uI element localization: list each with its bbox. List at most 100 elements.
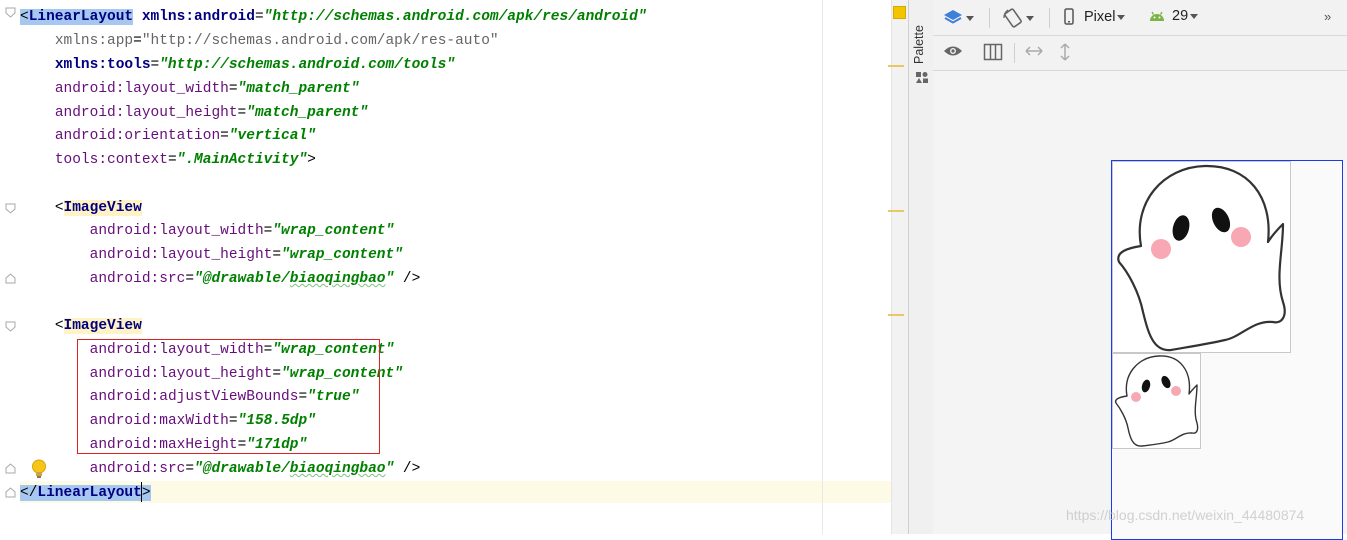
code-token: = bbox=[185, 461, 195, 477]
chevron-down-icon bbox=[966, 15, 974, 21]
code-line[interactable]: android:layout_width="match_parent" bbox=[20, 77, 360, 101]
imageview-preview-large[interactable] bbox=[1112, 161, 1291, 353]
stripe-marker[interactable] bbox=[888, 314, 904, 316]
device-preview[interactable] bbox=[1111, 160, 1343, 540]
chevron-down-icon bbox=[1026, 15, 1034, 21]
editor-gutter bbox=[0, 0, 20, 534]
right-margin-guide bbox=[822, 0, 823, 534]
expand-horizontal-button[interactable] bbox=[1024, 45, 1044, 57]
android-icon bbox=[1150, 11, 1164, 21]
code-token: xmlns:tools bbox=[54, 57, 151, 73]
code-editor[interactable]: <LinearLayout xmlns:android="http://sche… bbox=[0, 0, 908, 534]
code-line[interactable]: xmlns:tools="http://schemas.android.com/… bbox=[20, 53, 455, 77]
fold-close-icon[interactable] bbox=[5, 487, 16, 498]
fold-close-icon[interactable] bbox=[5, 273, 16, 284]
phone-icon bbox=[1064, 8, 1074, 25]
design-toolbar-secondary bbox=[933, 36, 1347, 71]
code-token: </ bbox=[20, 485, 38, 501]
code-token: = bbox=[185, 271, 195, 287]
code-token: "@drawable/ bbox=[194, 271, 290, 287]
imageview-preview-small[interactable] bbox=[1112, 353, 1201, 449]
layers-icon bbox=[944, 10, 962, 24]
fold-open-icon[interactable] bbox=[5, 7, 16, 18]
rotate-device-icon bbox=[1003, 8, 1022, 28]
palette-side-tab[interactable]: Palette bbox=[908, 0, 934, 534]
warning-status-icon[interactable] bbox=[893, 6, 906, 19]
device-selector[interactable]: Pixel bbox=[1063, 8, 1126, 26]
highlight-box bbox=[77, 339, 380, 454]
view-options-button[interactable] bbox=[943, 44, 963, 58]
code-token: " bbox=[385, 461, 395, 477]
watermark: https://blog.csdn.net/weixin_44480874 bbox=[1066, 507, 1305, 523]
code-line[interactable]: android:src="@drawable/biaoqingbao" /> bbox=[20, 457, 421, 481]
design-canvas[interactable] bbox=[933, 71, 1347, 540]
code-line[interactable]: tools:context=".MainActivity"> bbox=[20, 148, 316, 172]
code-token: = bbox=[272, 247, 282, 263]
code-line[interactable]: android:layout_width="wrap_content" bbox=[20, 219, 395, 243]
lightbulb-icon[interactable] bbox=[31, 459, 47, 479]
code-token: android:layout_width bbox=[89, 223, 264, 239]
code-token: biaoqingbao bbox=[289, 461, 386, 477]
code-token: ImageView bbox=[63, 318, 142, 334]
palette-tab-label[interactable]: Palette bbox=[912, 25, 926, 64]
code-token: tools:context bbox=[54, 152, 168, 168]
fold-close-icon[interactable] bbox=[5, 463, 16, 474]
code-line[interactable]: android:orientation="vertical" bbox=[20, 124, 316, 148]
toolbar-separator bbox=[989, 8, 990, 28]
code-token: /> bbox=[394, 271, 421, 287]
current-line-highlight bbox=[20, 481, 891, 503]
fold-open-icon[interactable] bbox=[5, 203, 16, 214]
code-token: < bbox=[54, 318, 64, 334]
chevron-down-icon bbox=[1117, 14, 1126, 20]
code-token: LinearLayout bbox=[37, 485, 142, 501]
api-level-selector[interactable]: 29 bbox=[1148, 8, 1199, 24]
code-line[interactable]: xmlns:app="http://schemas.android.com/ap… bbox=[20, 29, 499, 53]
device-name: Pixel bbox=[1084, 9, 1116, 25]
orientation-button[interactable] bbox=[1002, 7, 1034, 29]
toolbar-separator bbox=[1049, 8, 1050, 28]
code-token: < bbox=[20, 9, 29, 25]
code-token: android:orientation bbox=[54, 128, 221, 144]
code-token: android:src bbox=[89, 461, 186, 477]
layout-guides-button[interactable] bbox=[983, 43, 1003, 61]
code-line[interactable]: android:src="@drawable/biaoqingbao" /> bbox=[20, 267, 421, 291]
ghost-image bbox=[1114, 355, 1199, 447]
code-line[interactable]: <ImageView bbox=[20, 314, 142, 338]
code-line[interactable]: android:layout_height="match_parent" bbox=[20, 101, 368, 125]
code-token: LinearLayout bbox=[28, 9, 134, 25]
code-token: /> bbox=[394, 461, 421, 477]
code-token: "wrap_content" bbox=[281, 247, 403, 263]
code-token: android:layout_height bbox=[89, 247, 273, 263]
code-token: "@drawable/ bbox=[194, 461, 290, 477]
expand-vertical-button[interactable] bbox=[1059, 42, 1071, 62]
code-token: = bbox=[167, 152, 177, 168]
code-token: < bbox=[54, 200, 64, 216]
code-token: ".MainActivity" bbox=[176, 152, 308, 168]
code-line[interactable]: android:layout_height="wrap_content" bbox=[20, 243, 403, 267]
eye-icon bbox=[944, 46, 962, 56]
code-token: xmlns:app bbox=[54, 33, 134, 49]
code-token: > bbox=[141, 485, 151, 501]
code-line[interactable]: <ImageView bbox=[20, 196, 142, 220]
api-level: 29 bbox=[1172, 8, 1189, 24]
code-line[interactable]: </LinearLayout> bbox=[20, 481, 151, 505]
layers-button[interactable] bbox=[942, 8, 974, 28]
stripe-marker[interactable] bbox=[888, 65, 904, 67]
design-panel: Pixel 29 » bbox=[933, 0, 1347, 540]
chevron-down-icon bbox=[1190, 13, 1199, 19]
fold-open-icon[interactable] bbox=[5, 321, 16, 332]
more-actions-chevron-icon[interactable]: » bbox=[1324, 9, 1331, 24]
code-line[interactable]: <LinearLayout xmlns:android="http://sche… bbox=[20, 5, 647, 29]
error-stripe[interactable] bbox=[891, 0, 908, 534]
stripe-marker[interactable] bbox=[888, 210, 904, 212]
